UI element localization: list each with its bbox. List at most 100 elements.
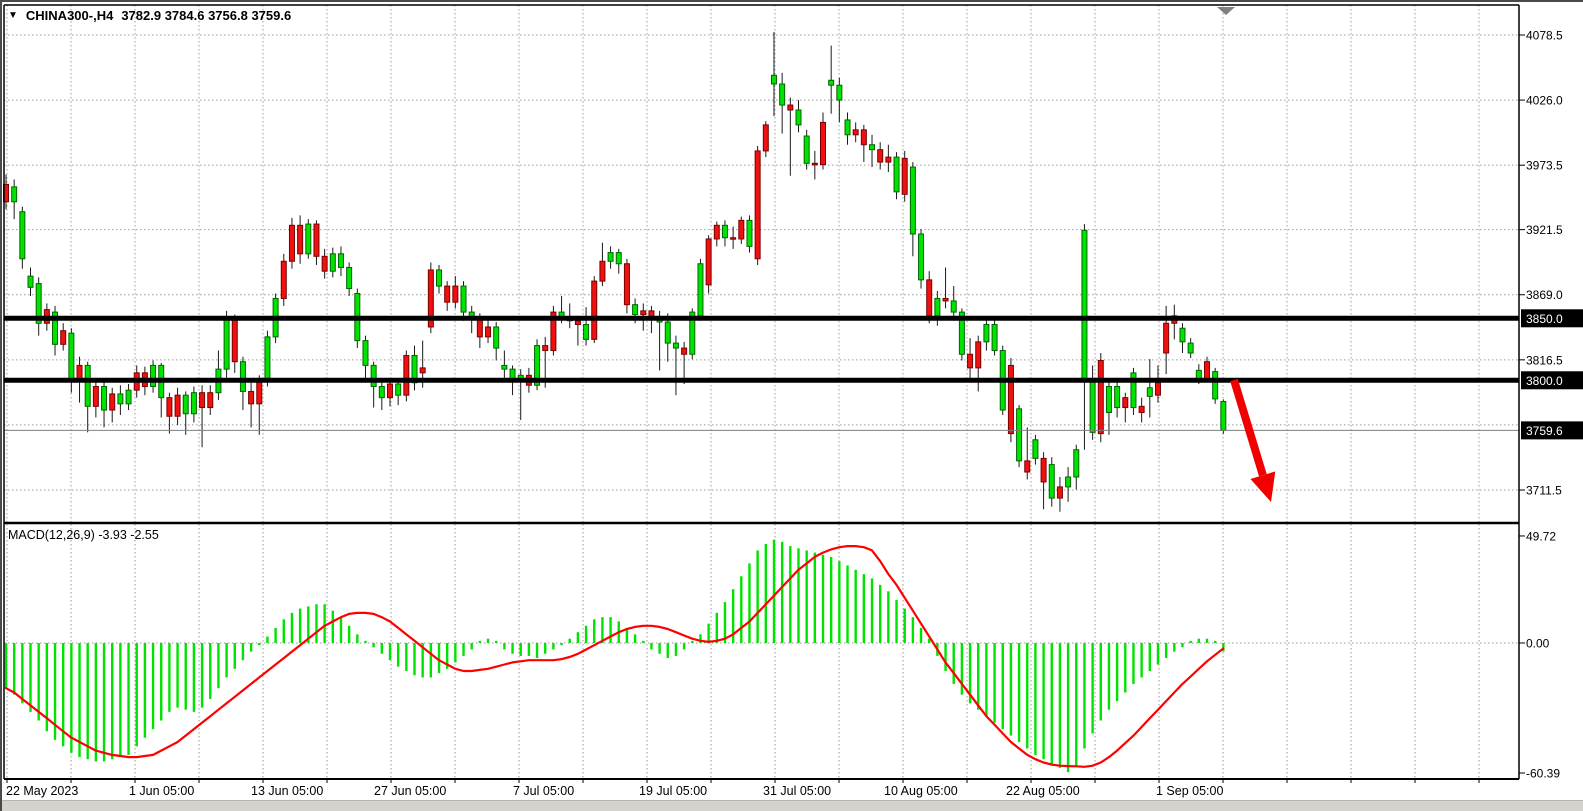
candle-body (1147, 388, 1152, 397)
candle-body (240, 362, 245, 392)
candle-body (1155, 383, 1160, 395)
candle-body (477, 318, 482, 337)
price-badge-label: 3850.0 (1526, 312, 1563, 326)
candle-body (861, 130, 866, 145)
sell-arrow-head[interactable] (1250, 471, 1275, 502)
candle-body (616, 253, 621, 264)
candle-body (69, 333, 74, 379)
macd-histogram-bar (536, 643, 538, 658)
macd-histogram-bar (854, 570, 856, 643)
candle-body (584, 324, 589, 339)
macd-histogram-bar (1214, 641, 1216, 643)
grid-lines (4, 5, 1519, 779)
candle-body (592, 281, 597, 339)
macd-histogram-bar (87, 643, 89, 759)
candle-body (77, 365, 82, 379)
candle-body (1213, 372, 1218, 399)
macd-histogram-bar (1181, 643, 1183, 647)
candle-body (232, 317, 237, 362)
candle-body (281, 261, 286, 298)
candle-body (984, 324, 989, 341)
macd-histogram-bar (593, 619, 595, 643)
candle-body (1041, 458, 1046, 482)
last-bar-marker-icon (1217, 7, 1235, 15)
macd-histogram-bar (487, 639, 489, 643)
candle-body (812, 163, 817, 165)
macd-histogram-bar (405, 643, 407, 671)
macd-histogram-bar (830, 557, 832, 643)
macd-histogram-bar (585, 626, 587, 643)
candle-body (1139, 406, 1144, 412)
macd-histogram-bar (103, 643, 105, 761)
candle-body (771, 75, 776, 84)
candle-body (1066, 477, 1071, 487)
macd-histogram-bar (1116, 643, 1118, 701)
time-tick-label: 10 Aug 05:00 (884, 784, 958, 798)
candle-body (919, 234, 924, 280)
candle-body (600, 261, 605, 281)
price-axis[interactable] (1519, 35, 1583, 773)
macd-histogram-bar (209, 643, 211, 699)
macd-histogram-bar (323, 604, 325, 643)
macd-histogram-bar (266, 637, 268, 643)
macd-histogram-bar (389, 643, 391, 660)
candle-body (894, 157, 899, 192)
candle-body (191, 393, 196, 414)
macd-histogram-bar (822, 555, 824, 643)
macd-histogram-bar (1075, 643, 1077, 766)
collapse-triangle-icon[interactable]: ▼ (8, 11, 18, 21)
candle-body (265, 337, 270, 380)
candle-body (12, 187, 17, 202)
macd-histogram-bar (495, 641, 497, 643)
macd-panel[interactable] (5, 540, 1225, 772)
candle-body (338, 254, 343, 268)
candle-body (902, 158, 907, 194)
candle-body (224, 317, 229, 369)
chart-canvas[interactable]: 4078.54026.03973.53921.53869.03816.53711… (2, 2, 1583, 811)
candle-body (289, 225, 294, 261)
macd-histogram-bar (413, 643, 415, 675)
macd-histogram-bar (895, 600, 897, 643)
macd-histogram-bar (503, 643, 505, 649)
macd-histogram-bar (136, 643, 138, 746)
macd-histogram-bar (691, 641, 693, 643)
macd-histogram-bar (152, 643, 154, 729)
candle-body (1033, 440, 1038, 459)
sell-arrow-shaft[interactable] (1234, 380, 1263, 475)
time-tick-label: 31 Jul 05:00 (763, 784, 831, 798)
macd-histogram-bar (560, 643, 562, 645)
macd-histogram-bar (985, 643, 987, 716)
candle-body (1164, 323, 1169, 353)
candle-body (126, 390, 131, 404)
macd-histogram-bar (217, 643, 219, 688)
macd-histogram-bar (1149, 643, 1151, 671)
candle-body (608, 253, 613, 262)
macd-histogram-bar (879, 585, 881, 643)
macd-histogram-bar (520, 643, 522, 656)
macd-histogram-bar (127, 643, 129, 755)
macd-histogram-bar (1206, 639, 1208, 643)
candle-body (927, 280, 932, 316)
time-tick-label: 1 Jun 05:00 (129, 784, 194, 798)
ohlc-values: 3782.9 3784.6 3756.8 3759.6 (121, 8, 291, 23)
candle-body (673, 343, 678, 348)
chart-window: 4078.54026.03973.53921.53869.03816.53711… (0, 0, 1583, 811)
candle-body (257, 380, 262, 404)
macd-histogram-bar (176, 643, 178, 708)
candle-body (910, 167, 915, 234)
macd-histogram-bar (1100, 643, 1102, 720)
time-tick-label: 7 Jul 05:00 (513, 784, 574, 798)
macd-histogram-bar (552, 643, 554, 649)
candle-body (330, 254, 335, 271)
macd-histogram-bar (1173, 643, 1175, 652)
candle-body (714, 225, 719, 239)
candle-body (1017, 409, 1022, 461)
candle-body (445, 286, 450, 302)
macd-histogram-bar (920, 628, 922, 643)
candle-body (461, 286, 466, 312)
price-badge-label: 3800.0 (1526, 374, 1563, 388)
macd-histogram-bar (887, 591, 889, 643)
macd-histogram-bar (225, 643, 227, 677)
macd-histogram-bar (846, 566, 848, 643)
macd-histogram-bar (372, 643, 374, 647)
